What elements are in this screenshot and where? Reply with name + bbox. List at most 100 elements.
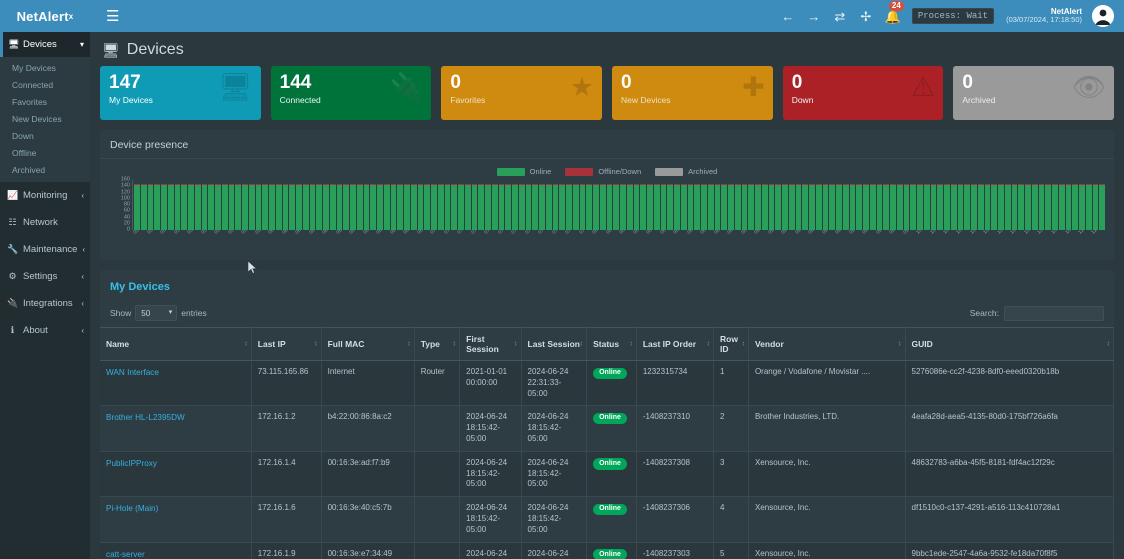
chart-bar[interactable] [201, 184, 208, 230]
sidebar-item-monitoring[interactable]: 📈 Monitoring ‹ [0, 182, 90, 209]
chart-bar[interactable] [1079, 184, 1085, 230]
chart-bar[interactable] [950, 184, 957, 230]
chart-bar[interactable] [809, 184, 815, 230]
chart-bar[interactable] [161, 184, 167, 230]
chart-bar[interactable] [829, 184, 835, 230]
sidebar-item-integrations[interactable]: 🔌 Integrations ‹ [0, 290, 90, 317]
chart-bar[interactable] [707, 184, 714, 230]
arrow-right-icon[interactable]: → [806, 10, 822, 23]
chart-bar[interactable] [296, 184, 302, 230]
chart-bar[interactable] [903, 184, 910, 230]
menu-icon[interactable]: ☰ [100, 5, 125, 28]
chart-bar[interactable] [154, 184, 160, 230]
chart-bar[interactable] [458, 184, 464, 230]
chart-bar[interactable] [404, 184, 410, 230]
chart-bar[interactable] [964, 184, 970, 230]
chart-bar[interactable] [1038, 184, 1045, 230]
chart-bar[interactable] [215, 184, 221, 230]
chart-bar[interactable] [896, 184, 903, 230]
move-icon[interactable]: ✢ [858, 10, 874, 23]
sidebar-subitem-favorites[interactable]: Favorites [0, 93, 90, 110]
chart-bar[interactable] [525, 184, 532, 230]
chart-bar[interactable] [822, 184, 829, 230]
chart-bar[interactable] [181, 184, 187, 230]
table-row[interactable]: WAN Interface 73.115.165.86 Internet Router… [100, 360, 1114, 407]
chart-bar[interactable] [782, 184, 788, 230]
arrow-left-icon[interactable]: ← [780, 10, 796, 23]
chart-bar[interactable] [869, 184, 876, 230]
sidebar-item-settings[interactable]: ⚙ Settings ‹ [0, 263, 90, 290]
chart-bar[interactable] [383, 184, 390, 230]
legend-item-archived[interactable]: Archived [655, 167, 717, 176]
device-link[interactable]: PublicIPProxy [106, 459, 157, 468]
bell-icon[interactable]: 🔔 24 [884, 0, 904, 23]
avatar[interactable] [1092, 5, 1114, 27]
chart-bar[interactable] [532, 184, 538, 230]
chart-bar[interactable] [363, 184, 370, 230]
chart-bar[interactable] [755, 184, 761, 230]
chart-bar[interactable] [464, 184, 471, 230]
chart-bar[interactable] [876, 184, 883, 230]
chart-bar[interactable] [653, 184, 660, 230]
chart-bar[interactable] [856, 184, 862, 230]
col-last-ip[interactable]: Last IP ↕ [251, 327, 322, 361]
device-link[interactable]: Brother HL-L2395DW [106, 413, 185, 422]
chart-bar[interactable] [1018, 184, 1024, 230]
chart-bar[interactable] [343, 184, 349, 230]
chart-bar[interactable] [701, 184, 707, 230]
chart-bar[interactable] [971, 184, 977, 230]
chart-bar[interactable] [788, 184, 795, 230]
chart-bar[interactable] [910, 184, 916, 230]
chart-bar[interactable] [410, 184, 417, 230]
chart-bar[interactable] [390, 184, 397, 230]
sidebar-subitem-connected[interactable]: Connected [0, 76, 90, 93]
chart-bar[interactable] [255, 184, 262, 230]
chart-bar[interactable] [431, 184, 437, 230]
chart-bar[interactable] [505, 184, 511, 230]
chart-bar[interactable] [269, 184, 275, 230]
chart-bar[interactable] [397, 184, 403, 230]
stat-card-archived[interactable]: 0 Archived 👁 [953, 66, 1115, 120]
device-link[interactable]: catt-server [106, 550, 145, 559]
chart-bar[interactable] [680, 184, 687, 230]
col-row-id[interactable]: Row ID ↕ [713, 327, 749, 361]
chart-bar[interactable] [478, 184, 484, 230]
col-full-mac[interactable]: Full MAC ↕ [321, 327, 415, 361]
refresh-icon[interactable]: ⇄ [832, 10, 848, 23]
chart-bar[interactable] [944, 184, 950, 230]
chart-bar[interactable] [863, 184, 869, 230]
page-length-select[interactable]: 50 ▾ [135, 305, 178, 321]
sidebar-item-devices[interactable]: 🖥 Devices ▾ [0, 32, 90, 57]
chart-bar[interactable] [606, 184, 613, 230]
col-name[interactable]: Name ↕ [100, 327, 252, 361]
chart-bar[interactable] [1052, 184, 1058, 230]
device-link[interactable]: WAN Interface [106, 368, 159, 377]
sidebar-subitem-down[interactable]: Down [0, 127, 90, 144]
chart-bar[interactable] [370, 184, 376, 230]
chart-bar[interactable] [174, 184, 181, 230]
chart-bar[interactable] [329, 184, 336, 230]
chart-bar[interactable] [485, 184, 491, 230]
chart-bar[interactable] [633, 184, 640, 230]
device-link[interactable]: Pi-Hole (Main) [106, 504, 158, 513]
chart-bar[interactable] [620, 184, 626, 230]
chart-bar[interactable] [208, 184, 214, 230]
stat-card-connected[interactable]: 144 Connected 🔌 [270, 66, 432, 120]
chart-bar[interactable] [451, 184, 457, 230]
chart-bar[interactable] [302, 184, 309, 230]
stat-card-favorites[interactable]: 0 Favorites ★ [441, 66, 603, 120]
chart-bar[interactable] [417, 184, 424, 230]
chart-bar[interactable] [424, 184, 430, 230]
table-row[interactable]: Brother HL-L2395DW 172.16.1.2 b4:22:00:86:… [100, 405, 1114, 452]
chart-bar[interactable] [1004, 184, 1011, 230]
chart-bar[interactable] [721, 184, 727, 230]
chart-bar[interactable] [923, 184, 930, 230]
chart-bar[interactable] [221, 184, 228, 230]
chart-bar[interactable] [559, 184, 565, 230]
chart-bar[interactable] [984, 184, 991, 230]
chart-bar[interactable] [586, 184, 592, 230]
chart-bar[interactable] [687, 184, 694, 230]
chart-bar[interactable] [836, 184, 842, 230]
chart-bar[interactable] [613, 184, 619, 230]
chart-bar[interactable] [316, 184, 322, 230]
